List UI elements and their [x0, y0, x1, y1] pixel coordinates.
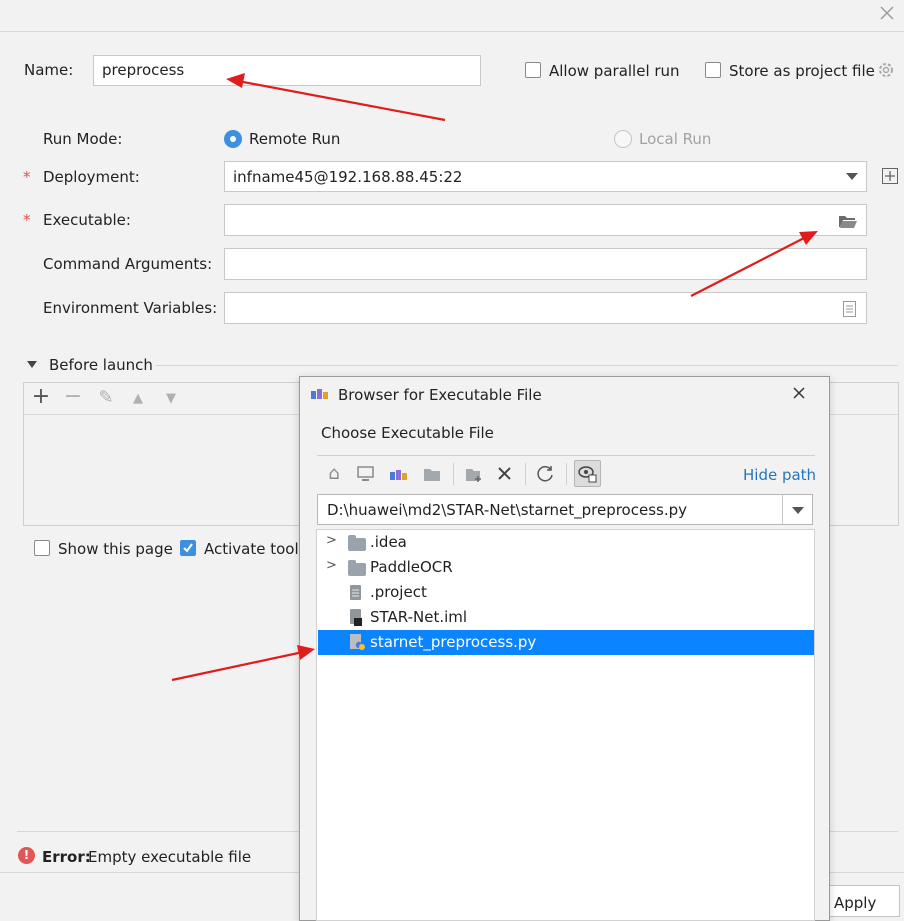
- delete-icon[interactable]: [497, 466, 512, 481]
- remote-run-label: Remote Run: [249, 130, 341, 148]
- local-run-radio[interactable]: [614, 130, 632, 148]
- folder-open-icon[interactable]: [838, 213, 858, 229]
- command-args-label: Command Arguments:: [43, 255, 213, 273]
- expand-icon[interactable]: >: [326, 558, 337, 573]
- arrow-to-file: [171, 645, 315, 682]
- window-titlebar: [0, 0, 904, 30]
- executable-field[interactable]: [224, 204, 867, 236]
- apply-button[interactable]: Apply: [826, 885, 900, 917]
- folder-icon: [348, 560, 366, 576]
- tree-label: PaddleOCR: [370, 558, 453, 576]
- project-icon-2[interactable]: [389, 467, 409, 481]
- before-launch-label: Before launch: [49, 356, 153, 374]
- path-dropdown-button[interactable]: [782, 495, 812, 524]
- arrow-down-icon[interactable]: ▼: [160, 390, 182, 408]
- tree-label: .project: [370, 583, 427, 601]
- required-mark: *: [23, 168, 31, 186]
- required-mark-2: *: [23, 211, 31, 229]
- name-field[interactable]: preprocess: [93, 55, 481, 86]
- project-icon: [310, 386, 330, 400]
- refresh-icon[interactable]: [536, 464, 555, 483]
- show-page-label: Show this page: [58, 540, 173, 558]
- show-hidden-icon[interactable]: [574, 460, 601, 487]
- new-folder-icon[interactable]: [465, 467, 483, 482]
- name-label: Name:: [24, 61, 74, 79]
- chevron-down-icon[interactable]: [846, 173, 858, 180]
- plus-icon[interactable]: +: [30, 386, 52, 408]
- list-icon[interactable]: [843, 301, 856, 317]
- executable-label: Executable:: [43, 211, 131, 229]
- path-value: D:\huawei\md2\STAR-Net\starnet_preproces…: [327, 501, 688, 519]
- env-vars-label: Environment Variables:: [43, 299, 218, 317]
- deployment-value: infname45@192.168.88.45:22: [233, 168, 463, 186]
- module-icon[interactable]: [423, 467, 441, 482]
- add-icon[interactable]: [882, 168, 898, 184]
- show-page-checkbox[interactable]: [34, 540, 50, 556]
- store-project-label: Store as project file: [729, 62, 875, 80]
- toolbar-separator-3: [566, 463, 567, 485]
- content-divider: [0, 31, 904, 32]
- arrow-up-icon[interactable]: ▲: [127, 390, 149, 408]
- error-icon: !: [18, 847, 35, 864]
- allow-parallel-checkbox[interactable]: [525, 62, 541, 78]
- local-run-label: Local Run: [639, 130, 712, 148]
- tree-row-starnet[interactable]: starnet_preprocess.py: [318, 630, 814, 655]
- toolbar-separator-2: [525, 463, 526, 485]
- tree-row-project[interactable]: .project: [318, 580, 814, 605]
- activate-tool-label: Activate tool: [204, 540, 299, 558]
- tree-row-idea[interactable]: > .idea: [318, 530, 814, 555]
- error-message: Empty executable file: [88, 848, 252, 866]
- file-icon: [350, 609, 362, 626]
- chevron-down-icon-2[interactable]: [27, 361, 37, 368]
- home-icon[interactable]: ⌂: [323, 465, 345, 483]
- name-value: preprocess: [102, 61, 185, 79]
- apply-label: Apply: [834, 894, 877, 912]
- close-icon[interactable]: [878, 4, 896, 22]
- hide-path-link[interactable]: Hide path: [743, 466, 816, 484]
- error-prefix: Error:: [42, 848, 91, 866]
- toolbar-separator: [453, 463, 454, 485]
- gear-icon[interactable]: [877, 61, 895, 79]
- dialog-subtitle: Choose Executable File: [321, 424, 494, 442]
- deployment-label: Deployment:: [43, 168, 140, 186]
- command-args-field[interactable]: [224, 248, 867, 280]
- deployment-select[interactable]: infname45@192.168.88.45:22: [224, 161, 867, 192]
- python-file-icon: [350, 634, 366, 651]
- expand-icon[interactable]: >: [326, 533, 337, 548]
- chevron-down-icon-3: [792, 507, 804, 514]
- path-combobox[interactable]: D:\huawei\md2\STAR-Net\starnet_preproces…: [317, 494, 813, 525]
- activate-tool-checkbox[interactable]: [180, 540, 196, 556]
- remote-run-radio[interactable]: [224, 130, 242, 148]
- pencil-icon[interactable]: ✎: [95, 389, 117, 407]
- env-vars-field[interactable]: [224, 292, 867, 324]
- dialog-subtitle-divider: [317, 455, 815, 456]
- desktop-icon[interactable]: [357, 466, 374, 482]
- minus-icon[interactable]: −: [62, 386, 84, 408]
- dialog-title: Browser for Executable File: [338, 386, 542, 404]
- tree-label: STAR-Net.iml: [370, 608, 468, 626]
- tree-label: .idea: [370, 533, 407, 551]
- before-launch-divider: [156, 365, 898, 366]
- allow-parallel-label: Allow parallel run: [549, 62, 680, 80]
- tree-label: starnet_preprocess.py: [370, 633, 537, 651]
- run-mode-label: Run Mode:: [43, 130, 123, 148]
- tree-row-paddleocr[interactable]: > PaddleOCR: [318, 555, 814, 580]
- tree-row-iml[interactable]: STAR-Net.iml: [318, 605, 814, 630]
- store-project-checkbox[interactable]: [705, 62, 721, 78]
- dialog-close-icon[interactable]: [791, 385, 807, 401]
- file-icon: [350, 585, 361, 600]
- folder-icon: [348, 535, 366, 551]
